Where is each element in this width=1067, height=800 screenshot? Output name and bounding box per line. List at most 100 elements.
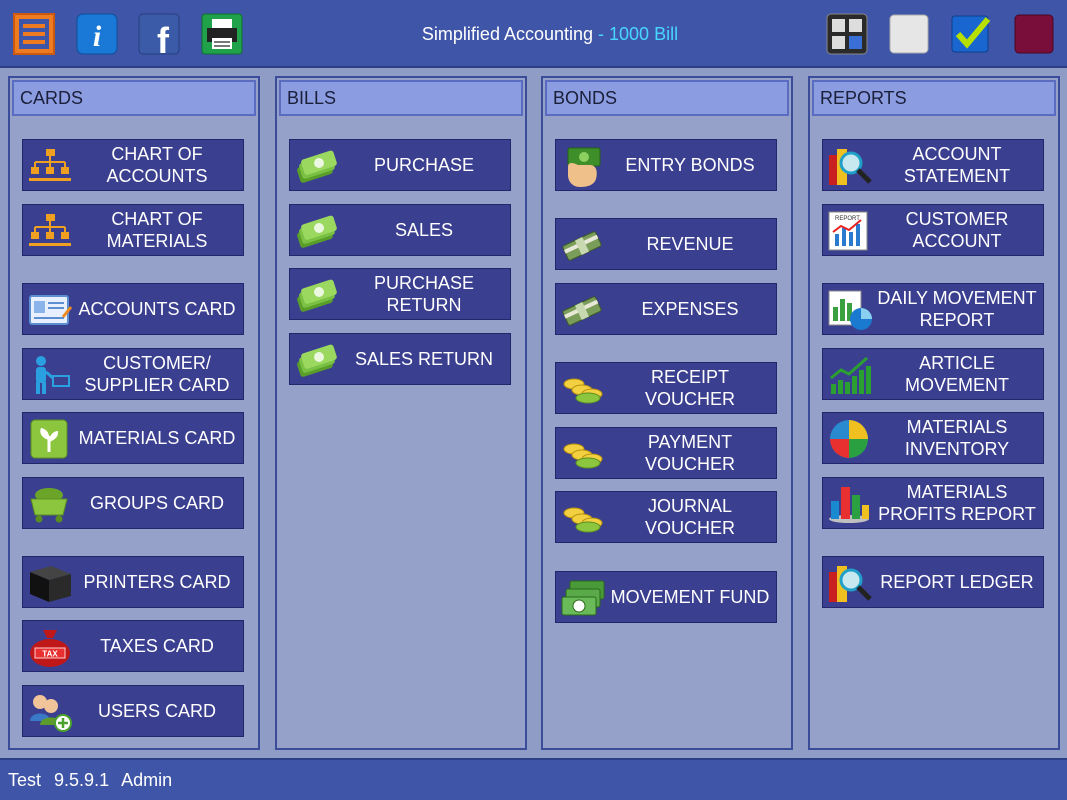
expenses-button[interactable]: EXPENSES: [555, 283, 777, 335]
users-card-label: USERS CARD: [97, 701, 217, 721]
cash-hand-icon: [560, 145, 606, 187]
chart-of-accounts-label: CHART OF ACCOUNTS: [106, 144, 208, 186]
cards-panel-title: CARDS: [12, 80, 256, 116]
daily-movement-report-button[interactable]: DAILY MOVEMENT REPORT: [822, 283, 1044, 335]
users-card-button[interactable]: USERS CARD: [22, 685, 244, 737]
sales-return-label: SALES RETURN: [354, 349, 494, 369]
trend-bars-icon: [827, 354, 873, 396]
svg-text:f: f: [157, 20, 170, 55]
payment-voucher-label: PAYMENT VOUCHER: [644, 432, 735, 474]
materials-card-label: MATERIALS CARD: [78, 428, 236, 448]
shopper-icon: [27, 354, 73, 396]
customer-supplier-card-label: CUSTOMER/ SUPPLIER CARD: [84, 353, 230, 395]
printers-card-label: PRINTERS CARD: [83, 572, 231, 592]
customer-supplier-card-button[interactable]: CUSTOMER/ SUPPLIER CARD: [22, 348, 244, 400]
materials-profits-report-label: MATERIALS PROFITS REPORT: [878, 482, 1036, 524]
calculator-icon[interactable]: [826, 13, 868, 55]
sales-return-button[interactable]: SALES RETURN: [289, 333, 511, 385]
accounts-card-button[interactable]: ACCOUNTS CARD: [22, 283, 244, 335]
article-movement-button[interactable]: ARTICLE MOVEMENT: [822, 348, 1044, 400]
movement-fund-button[interactable]: MOVEMENT FUND: [555, 571, 777, 623]
color-swatch-icon[interactable]: [1013, 13, 1055, 55]
printers-card-button[interactable]: PRINTERS CARD: [22, 556, 244, 608]
taxes-card-button[interactable]: TAX TAXES CARD: [22, 620, 244, 672]
status-role: Admin: [121, 770, 173, 790]
printer-box-icon: [27, 562, 73, 604]
taxes-card-label: TAXES CARD: [100, 636, 214, 656]
blank-tile-icon[interactable]: [888, 13, 930, 55]
top-bar: i f Simplified Accounting - 1000 Bill: [0, 0, 1067, 68]
materials-card-button[interactable]: MATERIALS CARD: [22, 412, 244, 464]
info-icon[interactable]: i: [76, 13, 118, 55]
sales-label: SALES: [394, 220, 454, 240]
accounts-card-label: ACCOUNTS CARD: [78, 299, 236, 319]
status-user: Test: [8, 770, 42, 790]
bills-panel-title: BILLS: [279, 80, 523, 116]
sales-button[interactable]: SALES: [289, 204, 511, 256]
materials-inventory-button[interactable]: MATERIALS INVENTORY: [822, 412, 1044, 464]
purchase-label: PURCHASE: [373, 155, 475, 175]
cash-stack-icon: [294, 274, 340, 316]
money-bundle-icon: [560, 289, 606, 331]
daily-movement-report-label: DAILY MOVEMENT REPORT: [877, 288, 1037, 330]
pie-chart-icon: [827, 418, 873, 460]
entry-bonds-button[interactable]: ENTRY BONDS: [555, 139, 777, 191]
svg-text:REPORT: REPORT: [835, 216, 860, 222]
article-movement-label: ARTICLE MOVEMENT: [904, 353, 1009, 395]
groups-card-button[interactable]: GROUPS CARD: [22, 477, 244, 529]
pie-report-icon: [827, 289, 873, 331]
purchase-button[interactable]: PURCHASE: [289, 139, 511, 191]
journal-voucher-button[interactable]: JOURNAL VOUCHER: [555, 491, 777, 543]
chart-of-materials-label: CHART OF MATERIALS: [106, 209, 208, 251]
report-ledger-button[interactable]: REPORT LEDGER: [822, 556, 1044, 608]
purchase-return-button[interactable]: PURCHASE RETURN: [289, 268, 511, 320]
users-add-icon: [27, 691, 73, 733]
bills-stack-icon: [560, 577, 606, 619]
menu-icon[interactable]: [13, 13, 55, 55]
seed-bag-icon: [27, 418, 73, 460]
purchase-return-label: PURCHASE RETURN: [373, 273, 475, 315]
status-bar: Test 9.5.9.1 Admin: [0, 758, 1067, 800]
materials-profits-report-button[interactable]: MATERIALS PROFITS REPORT: [822, 477, 1044, 529]
cash-stack-icon: [294, 145, 340, 187]
receipt-voucher-button[interactable]: RECEIPT VOUCHER: [555, 362, 777, 414]
tax-bag-icon: TAX: [27, 626, 73, 668]
journal-voucher-label: JOURNAL VOUCHER: [644, 496, 735, 538]
coins-icon: [560, 433, 606, 475]
customer-account-label: CUSTOMER ACCOUNT: [905, 209, 1009, 251]
revenue-button[interactable]: REVENUE: [555, 218, 777, 270]
chart-of-accounts-button[interactable]: CHART OF ACCOUNTS: [22, 139, 244, 191]
report-ledger-label: REPORT LEDGER: [880, 572, 1034, 592]
bonds-panel-title: BONDS: [545, 80, 789, 116]
expenses-label: EXPENSES: [641, 299, 739, 319]
facebook-icon[interactable]: f: [138, 13, 180, 61]
printer-icon[interactable]: [201, 13, 243, 55]
reports-panel-title: REPORTS: [812, 80, 1056, 116]
entry-bonds-label: ENTRY BONDS: [625, 155, 755, 175]
account-statement-button[interactable]: ACCOUNT STATEMENT: [822, 139, 1044, 191]
cash-stack-icon: [294, 210, 340, 252]
coins-icon: [560, 497, 606, 539]
app-title: Simplified Accounting - 1000 Bill: [360, 24, 740, 45]
status-version: 9.5.9.1: [54, 770, 110, 790]
cash-stack-icon: [294, 339, 340, 381]
money-bundle-icon: [560, 224, 606, 266]
receipt-voucher-label: RECEIPT VOUCHER: [644, 367, 735, 409]
customer-account-button[interactable]: REPORT CUSTOMER ACCOUNT: [822, 204, 1044, 256]
checkbox-icon[interactable]: [950, 13, 992, 55]
revenue-label: REVENUE: [646, 234, 734, 254]
payment-voucher-button[interactable]: PAYMENT VOUCHER: [555, 427, 777, 479]
groups-card-label: GROUPS CARD: [89, 493, 224, 513]
org-chart-icon: [27, 210, 73, 252]
cart-icon: [27, 483, 73, 525]
id-card-icon: [27, 289, 73, 331]
svg-text:i: i: [93, 20, 102, 53]
chart-of-materials-button[interactable]: CHART OF MATERIALS: [22, 204, 244, 256]
report-chart-icon: REPORT: [827, 210, 873, 252]
magnifier-chart-icon: [827, 145, 873, 187]
bar-3d-icon: [827, 483, 873, 525]
app-title-main: Simplified Accounting: [421, 24, 594, 44]
app-title-edition: - 1000 Bill: [593, 24, 679, 44]
materials-inventory-label: MATERIALS INVENTORY: [904, 417, 1010, 459]
movement-fund-label: MOVEMENT FUND: [610, 587, 770, 607]
